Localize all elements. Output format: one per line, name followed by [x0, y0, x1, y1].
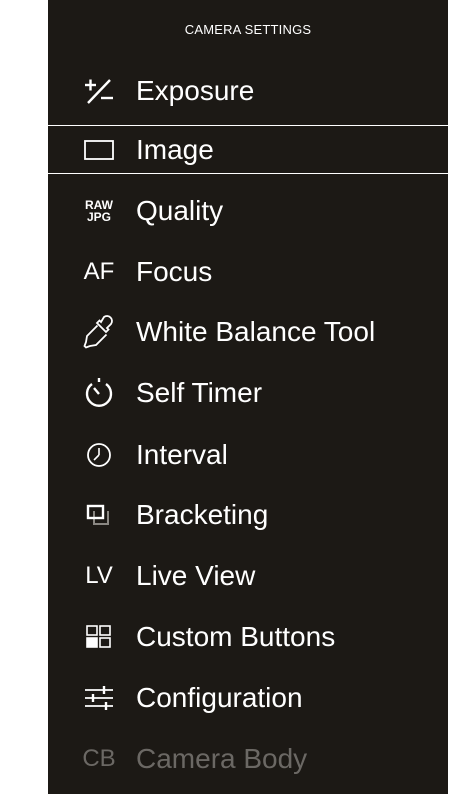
menu-item-label: Custom Buttons — [136, 620, 336, 652]
raw-label: RAW — [85, 197, 113, 212]
custom-buttons-icon — [74, 617, 124, 657]
menu-item-camera-body: CB Camera Body — [48, 728, 448, 789]
settings-menu: Exposure Image RAW JPG Quality AF Focus — [0, 0, 456, 794]
menu-item-exposure[interactable]: Exposure — [48, 60, 448, 121]
raw-jpg-icon: RAW JPG — [74, 191, 124, 231]
menu-item-label: White Balance Tool — [136, 315, 376, 347]
menu-item-custom-buttons[interactable]: Custom Buttons — [48, 606, 448, 667]
cb-icon: CB — [82, 744, 116, 772]
menu-item-white-balance-tool[interactable]: White Balance Tool — [48, 301, 448, 362]
menu-item-label: Image — [136, 133, 214, 165]
menu-item-live-view[interactable]: LV Live View — [48, 545, 448, 606]
menu-item-configuration[interactable]: Configuration — [48, 667, 448, 728]
bracketing-icon — [74, 495, 124, 535]
menu-item-label: Configuration — [136, 681, 303, 713]
menu-item-quality[interactable]: RAW JPG Quality — [48, 180, 448, 241]
jpg-label: JPG — [86, 209, 111, 224]
menu-item-label: Camera Body — [136, 742, 308, 774]
image-icon — [74, 130, 124, 170]
menu-item-label: Quality — [136, 194, 224, 226]
menu-item-self-timer[interactable]: Self Timer — [48, 362, 448, 423]
configuration-icon — [74, 678, 124, 718]
interval-clock-icon — [74, 435, 124, 475]
menu-item-label: Focus — [136, 255, 213, 287]
af-icon: AF — [83, 257, 115, 285]
eyedropper-icon — [74, 312, 124, 352]
menu-item-focus[interactable]: AF Focus — [48, 241, 448, 302]
menu-item-label: Interval — [136, 438, 228, 470]
self-timer-icon — [74, 373, 124, 413]
exposure-icon — [74, 71, 124, 111]
menu-item-interval[interactable]: Interval — [48, 424, 448, 485]
menu-item-label: Live View — [136, 559, 256, 591]
menu-item-label: Self Timer — [136, 376, 263, 408]
menu-item-label: Bracketing — [136, 498, 269, 530]
menu-item-image[interactable]: Image — [48, 119, 448, 180]
menu-item-label: Exposure — [136, 74, 255, 106]
lv-icon: LV — [85, 561, 113, 589]
menu-item-bracketing[interactable]: Bracketing — [48, 484, 448, 545]
